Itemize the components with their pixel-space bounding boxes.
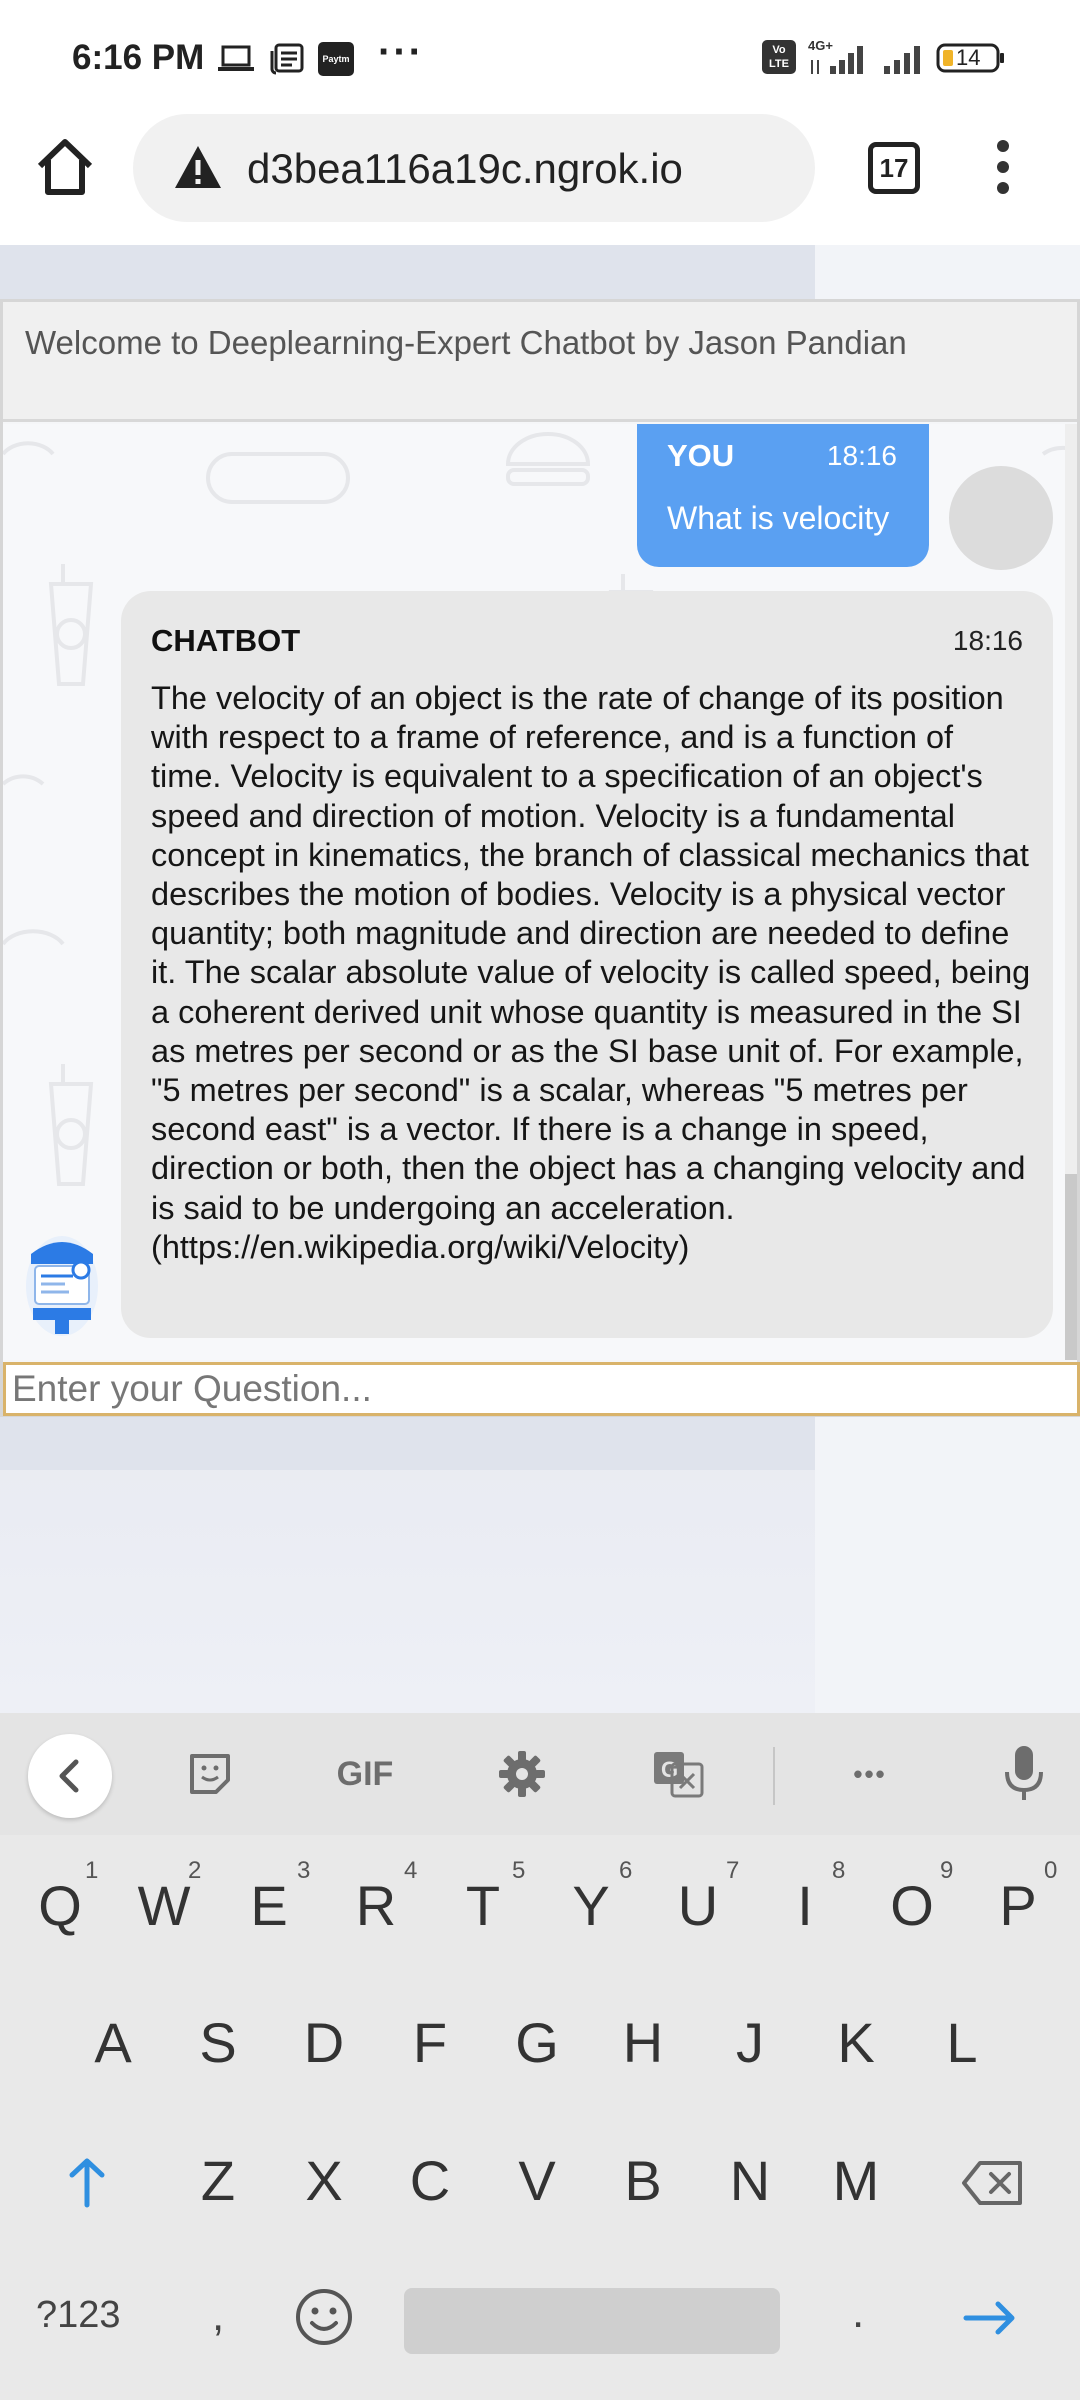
chevron-left-icon [59, 1759, 79, 1793]
chat-header: Welcome to Deeplearning-Expert Chatbot b… [3, 302, 1077, 422]
backspace-icon [962, 2161, 1022, 2205]
paytm-icon: Paytm [318, 42, 354, 76]
translate-button[interactable]: G [648, 1743, 708, 1805]
gear-icon [499, 1751, 545, 1797]
chat-title: Welcome to Deeplearning-Expert Chatbot b… [25, 324, 907, 361]
warning-icon[interactable] [173, 144, 223, 190]
key-d[interactable]: D [284, 2010, 364, 2075]
key-b[interactable]: B [603, 2148, 683, 2213]
gif-button[interactable]: GIF [325, 1743, 405, 1805]
space-bar[interactable] [404, 2288, 780, 2354]
settings-button[interactable] [492, 1743, 552, 1805]
comma-key[interactable]: , [212, 2291, 224, 2341]
battery-icon: 14 [936, 40, 1006, 76]
bot-message-text: The velocity of an object is the rate of… [151, 680, 1031, 1265]
key-c[interactable]: C [390, 2148, 470, 2213]
svg-text:G: G [661, 1757, 678, 1782]
url-text: d3bea116a19c.ngrok.io [247, 145, 683, 192]
key-hint: 0 [1044, 1857, 1058, 1884]
enter-key[interactable] [960, 2293, 1020, 2343]
key-hint: 8 [832, 1857, 846, 1884]
tab-switcher-button[interactable]: 17 [868, 142, 920, 194]
key-g[interactable]: G [497, 2010, 577, 2075]
key-z[interactable]: Z [178, 2148, 258, 2213]
browser-toolbar: d3bea116a19c.ngrok.io 17 [0, 110, 1080, 245]
user-message-text: What is velocity [667, 500, 890, 536]
key-a[interactable]: A [73, 2010, 153, 2075]
key-hint: 3 [297, 1857, 311, 1884]
key-f[interactable]: F [390, 2010, 470, 2075]
laptop-icon [218, 42, 254, 76]
toolbar-divider [773, 1747, 775, 1805]
status-time: 6:16 PM [72, 38, 205, 77]
battery-level: 14 [956, 45, 981, 70]
translate-icon: G [654, 1752, 704, 1798]
news-icon [270, 42, 304, 76]
key-hint: 5 [512, 1857, 526, 1884]
key-hint: 7 [726, 1857, 740, 1884]
user-message-time: 18:16 [826, 440, 897, 471]
signal-icon [882, 40, 926, 76]
key-k[interactable]: K [816, 2010, 896, 2075]
bot-sender-label: CHATBOT [151, 623, 301, 658]
user-sender-label: YOU [667, 438, 735, 473]
bot-message-time: 18:16 [952, 625, 1023, 656]
question-input[interactable] [3, 1362, 1080, 1416]
backspace-key[interactable] [958, 2155, 1028, 2211]
key-s[interactable]: S [178, 2010, 258, 2075]
web-content: Welcome to Deeplearning-Expert Chatbot b… [0, 245, 1080, 1713]
home-button[interactable] [30, 132, 100, 202]
sticker-button[interactable] [180, 1743, 240, 1805]
period-key[interactable]: . [852, 2288, 864, 2338]
chat-scrollbar-thumb[interactable] [1065, 1174, 1077, 1360]
status-bar: 6:16 PM Paytm ··· Vo LTE 4G+ 14 [0, 0, 1080, 110]
bot-avatar [25, 1234, 99, 1338]
symbols-key[interactable]: ?123 [36, 2294, 121, 2337]
browser-menu-button[interactable] [990, 140, 1016, 200]
user-avatar [949, 466, 1053, 570]
key-hint: 6 [619, 1857, 633, 1884]
key-v[interactable]: V [497, 2148, 577, 2213]
sticker-icon [190, 1754, 230, 1794]
shift-arrow-icon [69, 2158, 105, 2208]
chat-window: Welcome to Deeplearning-Expert Chatbot b… [0, 299, 1080, 1417]
signal-4g-icon: 4G+ [808, 38, 870, 76]
microphone-icon [1005, 1746, 1043, 1800]
key-l[interactable]: L [922, 2010, 1002, 2075]
keyboard-collapse-button[interactable] [28, 1734, 112, 1818]
key-h[interactable]: H [603, 2010, 683, 2075]
more-notifications-icon: ··· [378, 30, 424, 74]
volte-icon: Vo LTE [762, 40, 796, 76]
key-j[interactable]: J [710, 2010, 790, 2075]
more-options-button[interactable]: ••• [838, 1743, 902, 1805]
user-message-bubble: YOU 18:16 What is velocity [637, 424, 929, 567]
emoji-key[interactable] [294, 2287, 354, 2347]
key-hint: 1 [85, 1857, 99, 1884]
home-icon [37, 139, 93, 195]
keyboard-toolbar: GIF G ••• [0, 1713, 1080, 1835]
address-bar[interactable]: d3bea116a19c.ngrok.io [133, 114, 815, 222]
key-x[interactable]: X [284, 2148, 364, 2213]
key-hint: 2 [188, 1857, 202, 1884]
shift-key[interactable] [52, 2153, 122, 2213]
paytm-label: Paytm [322, 54, 350, 64]
key-hint: 9 [940, 1857, 954, 1884]
key-n[interactable]: N [710, 2148, 790, 2213]
emoji-icon [296, 2289, 352, 2345]
key-t[interactable]: T [443, 1873, 523, 1938]
key-hint: 4 [404, 1857, 418, 1884]
bot-message-bubble: CHATBOT 18:16 The velocity of an object … [121, 591, 1053, 1338]
chat-messages[interactable]: YOU 18:16 What is velocity CHATBOT 18:16… [3, 424, 1077, 1360]
key-m[interactable]: M [816, 2148, 896, 2213]
arrow-right-icon [963, 2301, 1015, 2335]
voice-input-button[interactable] [996, 1743, 1052, 1805]
